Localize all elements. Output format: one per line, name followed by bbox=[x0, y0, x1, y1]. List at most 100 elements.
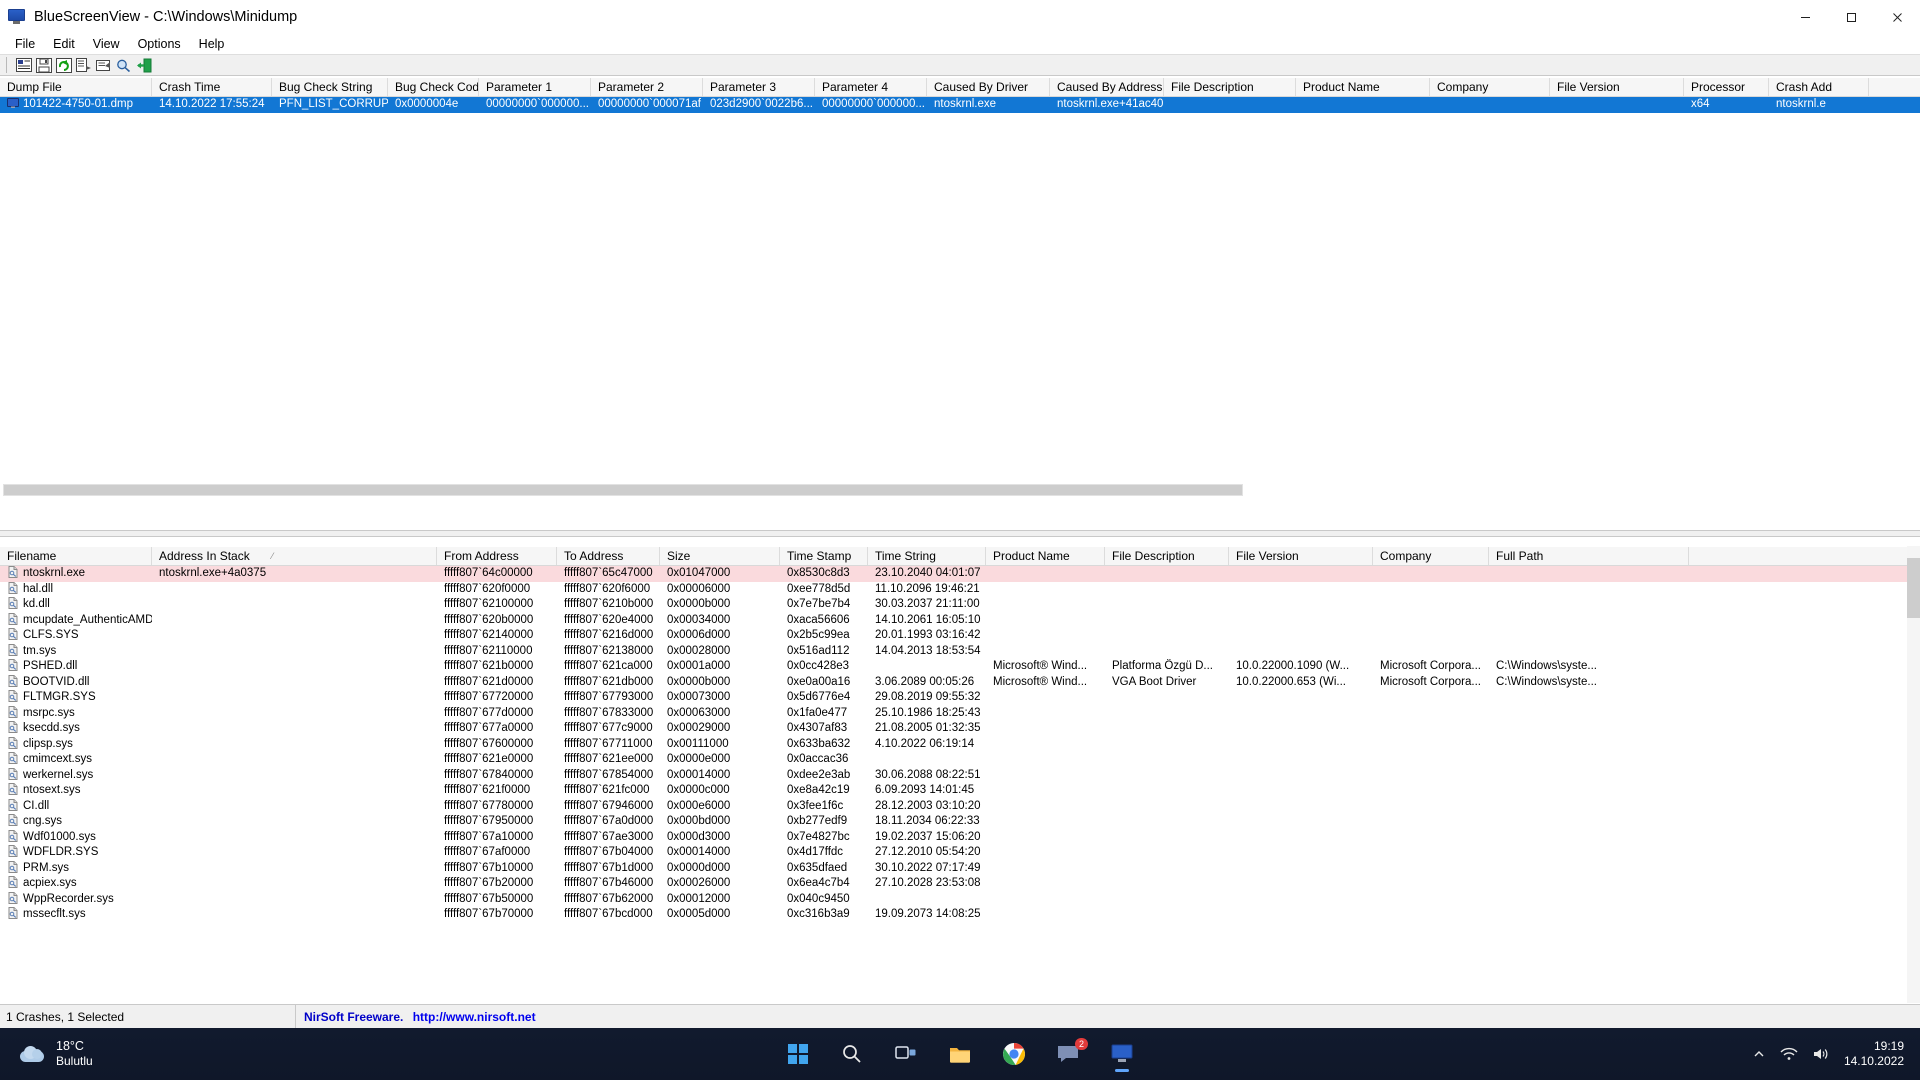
refresh-icon[interactable] bbox=[54, 56, 73, 74]
driver-list-body[interactable]: ntoskrnl.exe ntoskrnl.exe+4a0375 fffff807`… bbox=[0, 566, 1920, 923]
column-header-to-address[interactable]: To Address bbox=[557, 547, 660, 565]
bluescreenview-button[interactable] bbox=[1102, 1034, 1142, 1074]
column-header-parameter-3[interactable]: Parameter 3 bbox=[703, 78, 815, 96]
find-icon[interactable] bbox=[114, 56, 133, 74]
column-header-time-string[interactable]: Time String bbox=[868, 547, 986, 565]
column-header-company[interactable]: Company bbox=[1430, 78, 1550, 96]
table-row[interactable]: werkernel.sys fffff807`67840000 fffff807`6… bbox=[0, 767, 1920, 784]
taskbar-clock[interactable]: 19:19 14.10.2022 bbox=[1844, 1039, 1904, 1069]
column-header-parameter-4[interactable]: Parameter 4 bbox=[815, 78, 927, 96]
table-row[interactable]: msrpc.sys fffff807`677d0000 fffff807`67833… bbox=[0, 705, 1920, 722]
table-row[interactable]: ntosext.sys fffff807`621f0000 fffff807`621… bbox=[0, 783, 1920, 799]
column-header-bug-check-string[interactable]: Bug Check String⁄ bbox=[272, 78, 388, 96]
driver-list-vscroll-thumb[interactable] bbox=[1907, 558, 1920, 618]
column-header-parameter-1[interactable]: Parameter 1 bbox=[479, 78, 591, 96]
table-row[interactable]: tm.sys fffff807`62110000 fffff807`62138000… bbox=[0, 643, 1920, 660]
column-header-file-version[interactable]: File Version bbox=[1550, 78, 1684, 96]
driver-list-vscrollbar[interactable] bbox=[1907, 546, 1920, 1003]
file-explorer-button[interactable] bbox=[940, 1034, 980, 1074]
table-row[interactable]: mssecflt.sys fffff807`67b70000 fffff807`67… bbox=[0, 907, 1920, 923]
table-row[interactable]: cng.sys fffff807`67950000 fffff807`67a0d00… bbox=[0, 814, 1920, 830]
table-row[interactable]: WppRecorder.sys fffff807`67b50000 fffff807… bbox=[0, 891, 1920, 908]
search-icon bbox=[843, 1045, 861, 1063]
driver-list[interactable]: Filename Address In Stack ⁄ From Address To … bbox=[0, 546, 1920, 1003]
splitter[interactable] bbox=[0, 530, 1920, 537]
menu-file[interactable]: File bbox=[6, 34, 44, 54]
table-row[interactable]: clipsp.sys fffff807`67600000 fffff807`6771… bbox=[0, 736, 1920, 753]
search-button[interactable] bbox=[832, 1034, 872, 1074]
table-row[interactable]: cmimcext.sys fffff807`621e0000 fffff807`62… bbox=[0, 752, 1920, 768]
table-row[interactable]: 101422-4750-01.dmp 14.10.2022 17:55:24 PFN… bbox=[0, 97, 1920, 113]
table-row[interactable]: PSHED.dll fffff807`621b0000 fffff807`621ca… bbox=[0, 659, 1920, 675]
column-header-product-name[interactable]: Product Name bbox=[1296, 78, 1430, 96]
status-brand-url[interactable]: http://www.nirsoft.net bbox=[413, 1010, 536, 1024]
column-header-bug-check-code[interactable]: Bug Check Code bbox=[388, 78, 479, 96]
table-cell: fffff807`677a0000 bbox=[444, 722, 534, 735]
column-header-crash-time[interactable]: Crash Time bbox=[152, 78, 272, 96]
column-header-filename[interactable]: Filename bbox=[0, 547, 152, 565]
exit-icon[interactable] bbox=[134, 56, 153, 74]
column-header-dump-file[interactable]: Dump File bbox=[0, 78, 152, 96]
column-header-file-version[interactable]: File Version bbox=[1229, 547, 1373, 565]
table-row[interactable]: kd.dll fffff807`62100000 fffff807`6210b000… bbox=[0, 597, 1920, 613]
column-header-company[interactable]: Company bbox=[1373, 547, 1489, 565]
chat-button[interactable]: 2 bbox=[1048, 1034, 1088, 1074]
status-brand[interactable]: NirSoft Freeware. http://www.nirsoft.net bbox=[296, 1005, 536, 1029]
column-header-from-address[interactable]: From Address bbox=[437, 547, 557, 565]
minimize-button[interactable] bbox=[1782, 0, 1828, 34]
column-header-time-stamp[interactable]: Time Stamp bbox=[780, 547, 868, 565]
taskbar-weather-widget[interactable]: 18°C Bulutlu bbox=[18, 1039, 93, 1069]
crash-list-header[interactable]: Dump FileCrash TimeBug Check String⁄Bug … bbox=[0, 77, 1920, 97]
table-row[interactable]: mcupdate_AuthenticAMD.dll fffff807`620b00… bbox=[0, 612, 1920, 629]
volume-icon[interactable] bbox=[1812, 1047, 1830, 1061]
html-report-icon[interactable] bbox=[94, 56, 113, 74]
crash-list-hscroll-thumb[interactable] bbox=[4, 485, 1242, 495]
network-icon[interactable] bbox=[1780, 1047, 1798, 1061]
menu-edit[interactable]: Edit bbox=[44, 34, 84, 54]
driver-list-header[interactable]: Filename Address In Stack ⁄ From Address To … bbox=[0, 546, 1920, 566]
menu-help[interactable]: Help bbox=[190, 34, 234, 54]
table-row[interactable]: hal.dll fffff807`620f0000 fffff807`620f600… bbox=[0, 581, 1920, 598]
menu-view[interactable]: View bbox=[84, 34, 129, 54]
table-row[interactable]: CI.dll fffff807`67780000 fffff807`67946000… bbox=[0, 798, 1920, 815]
table-row[interactable]: acpiex.sys fffff807`67b20000 fffff807`67b4… bbox=[0, 876, 1920, 892]
start-button[interactable] bbox=[778, 1034, 818, 1074]
table-row[interactable]: BOOTVID.dll fffff807`621d0000 fffff807`621… bbox=[0, 674, 1920, 691]
bluescreenview-icon bbox=[1111, 1044, 1133, 1062]
table-row[interactable]: WDFLDR.SYS fffff807`67af0000 fffff807`67b0… bbox=[0, 845, 1920, 861]
table-row[interactable]: ntoskrnl.exe ntoskrnl.exe+4a0375 fffff807`… bbox=[0, 566, 1920, 582]
chevron-up-icon[interactable] bbox=[1752, 1047, 1766, 1061]
table-cell: 0x00028000 bbox=[667, 644, 731, 657]
properties-icon[interactable] bbox=[14, 56, 33, 74]
table-row[interactable]: Wdf01000.sys fffff807`67a10000 fffff807`67… bbox=[0, 829, 1920, 846]
chrome-button[interactable] bbox=[994, 1034, 1034, 1074]
maximize-button[interactable] bbox=[1828, 0, 1874, 34]
close-button[interactable] bbox=[1874, 0, 1920, 34]
column-header-caused-by-driver[interactable]: Caused By Driver bbox=[927, 78, 1050, 96]
table-row[interactable]: FLTMGR.SYS fffff807`67720000 fffff807`6779… bbox=[0, 690, 1920, 706]
column-header-address-in-stack[interactable]: Address In Stack ⁄ bbox=[152, 547, 437, 565]
copy-icon[interactable] bbox=[74, 56, 93, 74]
column-header-crash-add[interactable]: Crash Add bbox=[1769, 78, 1869, 96]
column-header-caused-by-address[interactable]: Caused By Address bbox=[1050, 78, 1164, 96]
crash-list-hscrollbar[interactable] bbox=[3, 484, 1243, 496]
table-cell: 0xee778d5d bbox=[787, 582, 851, 595]
column-header-full-path[interactable]: Full Path bbox=[1489, 547, 1689, 565]
column-header-file-description[interactable]: File Description bbox=[1164, 78, 1296, 96]
table-row[interactable]: PRM.sys fffff807`67b10000 fffff807`67b1d00… bbox=[0, 860, 1920, 877]
crash-list[interactable]: Dump FileCrash TimeBug Check String⁄Bug … bbox=[0, 77, 1920, 512]
column-header-product-name[interactable]: Product Name bbox=[986, 547, 1105, 565]
column-header-size[interactable]: Size bbox=[660, 547, 780, 565]
table-cell: ntoskrnl.exe+41ac40 bbox=[1057, 98, 1164, 111]
save-icon[interactable] bbox=[34, 56, 53, 74]
table-cell: fffff807`67b62000 bbox=[564, 892, 654, 905]
crash-list-body[interactable]: 101422-4750-01.dmp 14.10.2022 17:55:24 PFN… bbox=[0, 97, 1920, 113]
column-header-processor[interactable]: Processor bbox=[1684, 78, 1769, 96]
menu-options[interactable]: Options bbox=[129, 34, 190, 54]
column-header-file-description[interactable]: File Description bbox=[1105, 547, 1229, 565]
task-view-button[interactable] bbox=[886, 1034, 926, 1074]
table-cell: 25.10.1986 18:25:43 bbox=[875, 706, 981, 719]
table-row[interactable]: ksecdd.sys fffff807`677a0000 fffff807`677c… bbox=[0, 721, 1920, 737]
column-header-parameter-2[interactable]: Parameter 2 bbox=[591, 78, 703, 96]
table-row[interactable]: CLFS.SYS fffff807`62140000 fffff807`6216d0… bbox=[0, 628, 1920, 644]
